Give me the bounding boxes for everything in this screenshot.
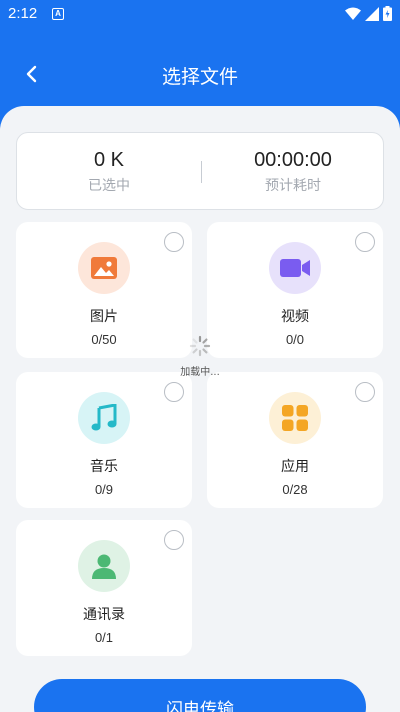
image-icon (78, 242, 130, 294)
selected-size-label: 已选中 (88, 178, 130, 194)
category-count: 0/0 (285, 332, 305, 347)
selected-size: 0 K 已选中 (17, 147, 201, 195)
category-count: 0/28 (282, 482, 308, 497)
music-icon (78, 392, 130, 444)
category-card-contacts[interactable]: 通讯录 0/1 (16, 520, 192, 656)
select-checkbox-images[interactable] (164, 232, 184, 252)
estimated-time: 00:00:00 预计耗时 (201, 147, 385, 195)
select-checkbox-apps[interactable] (355, 382, 375, 402)
video-icon (269, 242, 321, 294)
category-name: 音乐 (90, 459, 118, 475)
category-count: 0/9 (94, 482, 114, 497)
loading-indicator: 加载中... (175, 335, 225, 378)
selection-summary: 0 K 已选中 00:00:00 预计耗时 (16, 132, 384, 210)
estimated-time-value: 00:00:00 (254, 149, 332, 171)
category-name: 应用 (281, 459, 309, 475)
notification-icon: A (52, 8, 64, 20)
category-name: 视频 (281, 309, 309, 325)
loading-text: 加载中... (180, 367, 220, 378)
transfer-button[interactable]: 闪电传输 (34, 679, 366, 712)
selected-size-value: 0 K (93, 149, 125, 171)
category-count: 0/1 (94, 630, 114, 645)
apps-icon (269, 392, 321, 444)
category-card-videos[interactable]: 视频 0/0 (207, 222, 383, 358)
status-icons (345, 6, 392, 21)
wifi-icon (345, 7, 361, 20)
select-checkbox-music[interactable] (164, 382, 184, 402)
battery-icon (383, 6, 392, 21)
spinner-icon (189, 335, 211, 357)
content-sheet: 0 K 已选中 00:00:00 预计耗时 图片 0/50 视频 0/0 音乐 … (0, 106, 400, 712)
status-time: 2:12 (8, 5, 38, 22)
header: 选择文件 (0, 48, 400, 104)
category-card-apps[interactable]: 应用 0/28 (207, 372, 383, 508)
contact-icon (78, 540, 130, 592)
category-count: 0/50 (91, 332, 117, 347)
estimated-time-label: 预计耗时 (265, 178, 321, 194)
category-card-images[interactable]: 图片 0/50 (16, 222, 192, 358)
signal-icon (365, 6, 379, 21)
category-name: 图片 (90, 309, 118, 325)
page-title: 选择文件 (161, 66, 238, 88)
category-card-music[interactable]: 音乐 0/9 (16, 372, 192, 508)
select-checkbox-videos[interactable] (355, 232, 375, 252)
select-checkbox-contacts[interactable] (164, 530, 184, 550)
category-name: 通讯录 (83, 607, 125, 623)
status-bar: 2:12 A (0, 0, 400, 28)
